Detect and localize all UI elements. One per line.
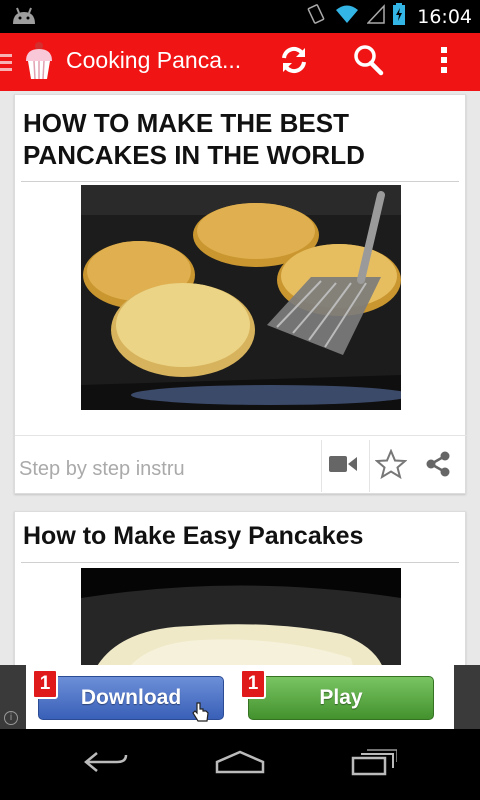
star-icon	[373, 447, 408, 484]
refresh-button[interactable]	[266, 33, 322, 91]
ad-info-icon[interactable]: i	[4, 711, 18, 725]
status-bar: 16:04	[0, 0, 480, 33]
refresh-icon	[278, 44, 310, 81]
ad-banner: i Download Play 1 1	[0, 665, 480, 729]
divider	[21, 562, 459, 563]
action-bar: Cooking Panca...	[0, 33, 480, 91]
recents-icon	[351, 748, 398, 781]
overflow-menu-button[interactable]	[416, 33, 472, 91]
share-icon	[424, 450, 452, 483]
video-icon	[328, 455, 357, 478]
play-label: Play	[319, 686, 363, 709]
navigation-bar	[0, 729, 480, 800]
recipe-card[interactable]: HOW TO MAKE THE BEST PANCAKES IN THE WOR…	[14, 94, 467, 495]
recipe-title: How to Make Easy Pancakes	[23, 522, 364, 550]
recipe-card[interactable]: How to Make Easy Pancakes	[14, 511, 466, 665]
signal-icon	[366, 4, 385, 29]
recipe-title: HOW TO MAKE THE BEST PANCAKES IN THE WOR…	[23, 108, 365, 170]
download-label: Download	[80, 686, 182, 709]
share-button[interactable]	[417, 440, 459, 492]
recipe-image[interactable]	[81, 568, 401, 665]
app-title: Cooking Panca...	[66, 47, 242, 73]
wifi-icon	[335, 4, 359, 29]
android-icon	[10, 6, 38, 31]
vibrate-icon	[305, 3, 327, 30]
recipe-description: Step by step instru	[19, 458, 185, 480]
home-button[interactable]	[192, 729, 288, 800]
recipe-image[interactable]	[81, 185, 401, 410]
divider	[21, 181, 459, 182]
play-button[interactable]: Play	[248, 676, 434, 720]
back-button[interactable]	[58, 729, 154, 800]
card-footer: Step by step instru	[15, 435, 467, 495]
back-icon	[83, 750, 129, 779]
ad-content: Download Play 1 1	[26, 665, 454, 729]
drawer-icon[interactable]	[0, 53, 14, 78]
overflow-menu-icon	[440, 46, 448, 79]
search-button[interactable]	[340, 33, 396, 91]
home-icon	[215, 750, 265, 779]
cupcake-icon[interactable]	[22, 41, 56, 81]
status-time: 16:04	[417, 5, 472, 28]
recents-button[interactable]	[326, 729, 422, 800]
play-badge: 1	[240, 669, 266, 699]
battery-icon	[393, 3, 406, 30]
search-icon	[352, 44, 384, 81]
video-button[interactable]	[321, 440, 363, 492]
download-badge: 1	[32, 669, 58, 699]
favorite-button[interactable]	[369, 440, 411, 492]
cursor-hand-icon	[192, 701, 210, 728]
recipe-list[interactable]: HOW TO MAKE THE BEST PANCAKES IN THE WOR…	[0, 91, 480, 665]
